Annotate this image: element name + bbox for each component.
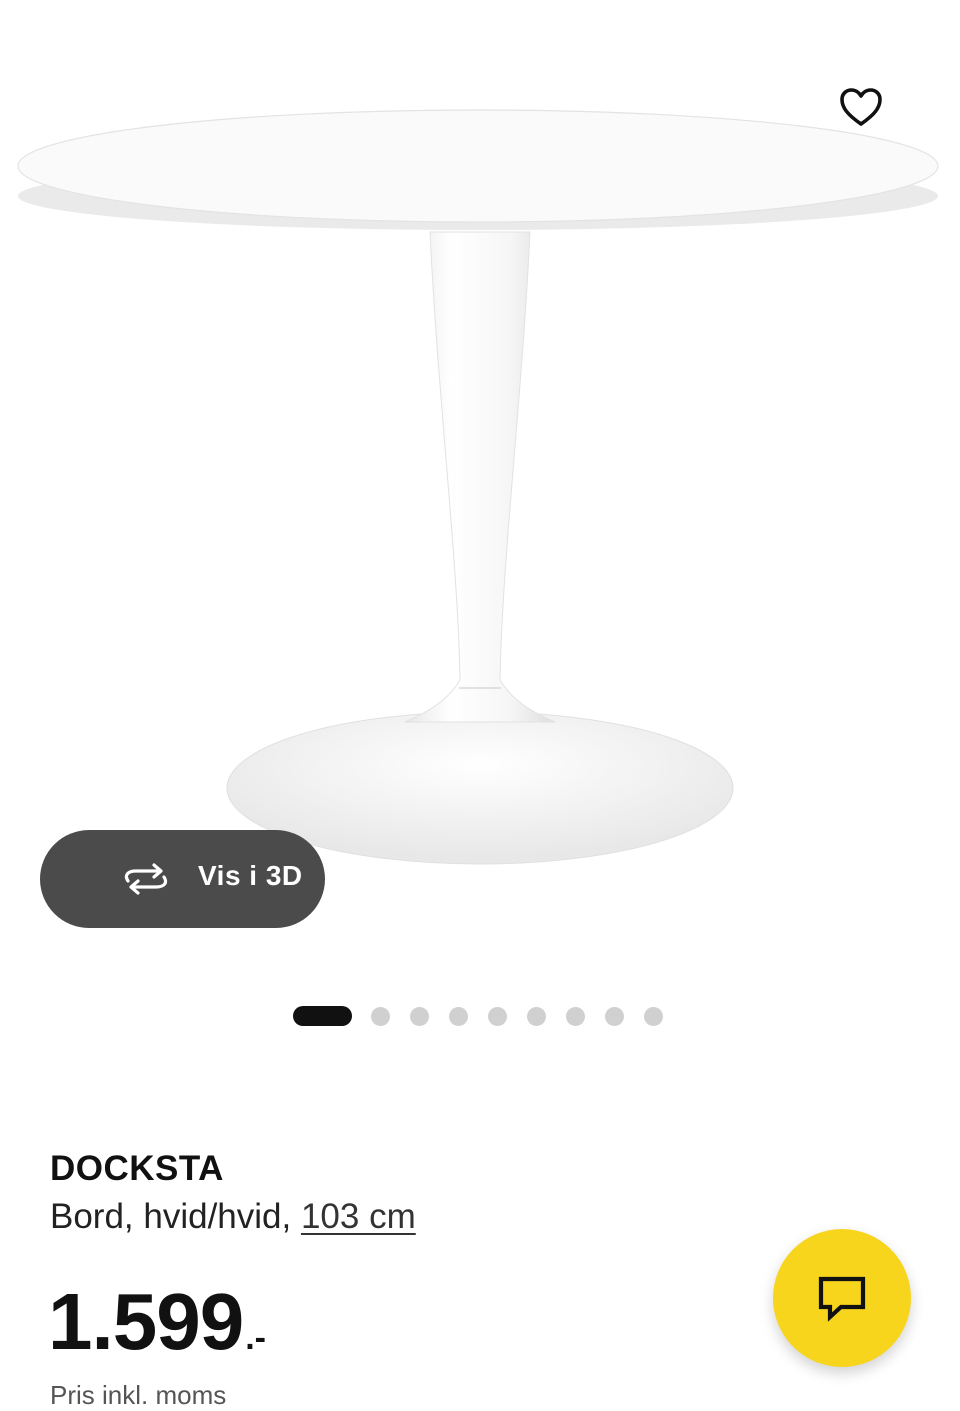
product-image-gallery[interactable]: Vis i 3D — [0, 0, 960, 1060]
pagination-dot[interactable] — [605, 1006, 624, 1026]
pagination-dot[interactable] — [566, 1006, 585, 1026]
pagination-dot[interactable] — [371, 1006, 390, 1026]
product-description-text: Bord, hvid/hvid, — [50, 1197, 301, 1236]
pagination-dot[interactable] — [644, 1006, 663, 1026]
chat-button[interactable] — [773, 1229, 911, 1367]
heart-icon — [840, 88, 882, 126]
view-in-3d-label: Vis i 3D — [198, 860, 303, 891]
price-vat-note: Pris inkl. moms — [50, 1380, 227, 1410]
price-amount: 1.599 — [48, 1277, 244, 1366]
favorite-button[interactable] — [826, 72, 896, 142]
pagination-dot[interactable] — [449, 1006, 468, 1026]
product-description: Bord, hvid/hvid, 103 cm — [50, 1197, 416, 1237]
product-price: 1.599 .- — [48, 1276, 266, 1368]
product-name: DOCKSTA — [50, 1149, 224, 1188]
chat-bubble-icon — [818, 1276, 866, 1322]
pagination-dot[interactable] — [527, 1006, 546, 1026]
view-in-3d-button[interactable]: Vis i 3D — [40, 830, 325, 928]
price-suffix: .- — [245, 1319, 266, 1357]
pagination-dot[interactable] — [410, 1006, 429, 1026]
image-pagination-dots[interactable] — [293, 1006, 663, 1026]
pagination-dot[interactable] — [488, 1006, 507, 1026]
product-size-link[interactable]: 103 cm — [301, 1197, 416, 1236]
pagination-dot-active[interactable] — [293, 1006, 352, 1026]
rotate-arrows-icon — [124, 863, 168, 895]
